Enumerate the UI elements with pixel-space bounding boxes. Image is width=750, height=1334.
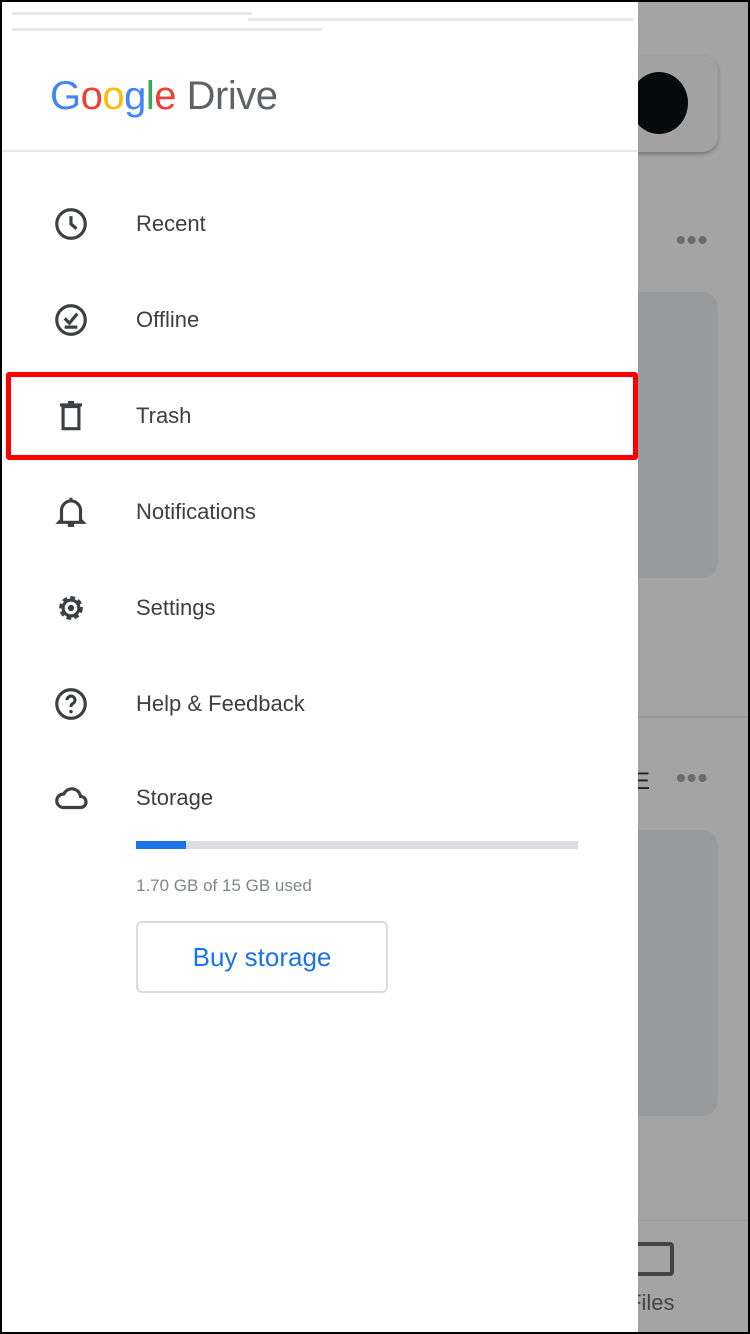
- google-drive-logo: Google Drive: [50, 74, 278, 119]
- menu-label: Notifications: [136, 499, 256, 524]
- menu-label: Recent: [136, 211, 206, 236]
- bell-icon: [55, 497, 87, 528]
- logo-drive: Drive: [186, 74, 278, 118]
- menu-label: Help & Feedback: [136, 691, 305, 716]
- navigation-drawer: Google Drive Recent Offline Trash Notifi…: [2, 2, 638, 1332]
- storage-usage-text: 1.70 GB of 15 GB used: [136, 876, 312, 895]
- clock-icon: [55, 208, 87, 240]
- help-icon: [55, 688, 87, 720]
- header-divider: [2, 150, 638, 152]
- blurred-line: [248, 18, 634, 21]
- menu-item-settings[interactable]: Settings: [2, 560, 638, 656]
- menu-item-notifications[interactable]: Notifications: [2, 464, 638, 560]
- menu-label: Offline: [136, 307, 200, 332]
- menu-label: Settings: [136, 595, 216, 620]
- blurred-line: [12, 28, 322, 31]
- menu-item-recent[interactable]: Recent: [2, 176, 638, 272]
- more-options-icon[interactable]: •••: [676, 224, 708, 256]
- offline-check-icon: [55, 304, 87, 336]
- trash-highlight-box: [6, 372, 638, 460]
- menu-label: Storage: [136, 785, 214, 810]
- blurred-line: [12, 12, 252, 15]
- buy-storage-button[interactable]: Buy storage: [136, 921, 388, 993]
- storage-progress-fill: [136, 841, 186, 849]
- avatar[interactable]: [630, 72, 688, 134]
- menu-item-offline[interactable]: Offline: [2, 272, 638, 368]
- menu-item-help-feedback[interactable]: Help & Feedback: [2, 656, 638, 752]
- more-options-icon[interactable]: •••: [676, 762, 708, 794]
- gear-icon: [59, 596, 83, 620]
- logo-google: Google: [50, 74, 177, 118]
- storage-progress-bar: [136, 841, 578, 849]
- menu-item-storage[interactable]: Storage: [2, 750, 638, 846]
- app-screen: ••• E ••• Files Google Drive Recent Offl…: [2, 2, 748, 1332]
- cloud-icon: [55, 787, 88, 810]
